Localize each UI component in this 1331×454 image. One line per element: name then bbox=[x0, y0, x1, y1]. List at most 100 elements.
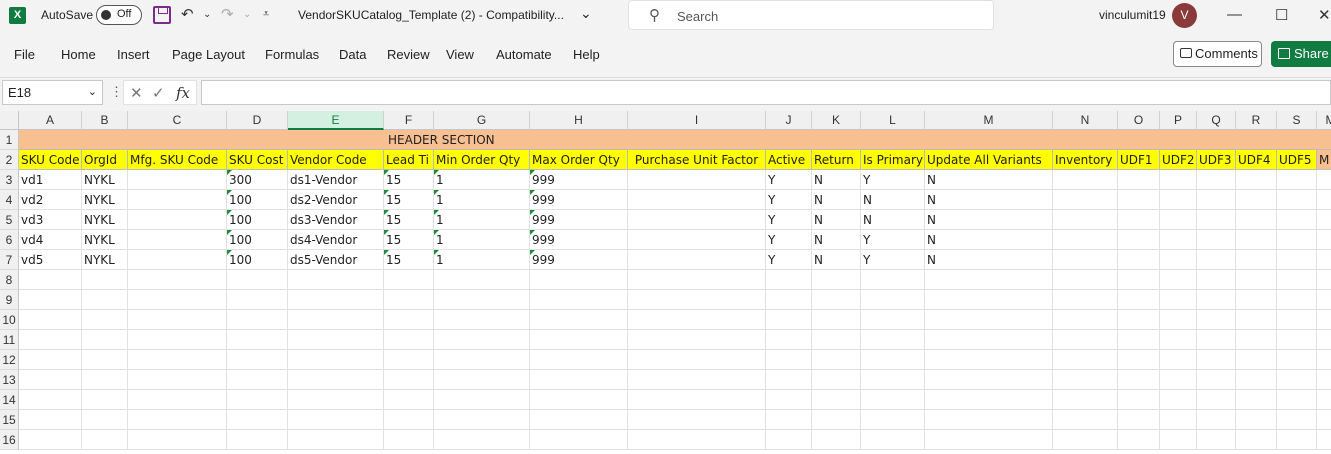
header-cell[interactable]: Lead Ti bbox=[384, 150, 434, 170]
column-header[interactable]: E bbox=[288, 111, 384, 130]
empty-cell[interactable] bbox=[1197, 270, 1236, 290]
empty-cell[interactable] bbox=[1160, 390, 1197, 410]
empty-cell[interactable] bbox=[1053, 290, 1118, 310]
share-button[interactable]: Share bbox=[1271, 41, 1331, 67]
empty-cell[interactable] bbox=[1118, 410, 1160, 430]
spreadsheet-grid[interactable]: A B C D E F G H I J K L M N O P Q R S M 1 2 3 4 5 6 7 8 9 10 11 12 13 14 1… bbox=[0, 111, 1331, 454]
tab-view[interactable]: View bbox=[446, 47, 474, 62]
empty-cell[interactable] bbox=[128, 290, 227, 310]
empty-cell[interactable] bbox=[128, 410, 227, 430]
empty-cell[interactable] bbox=[766, 330, 812, 350]
empty-cell[interactable] bbox=[434, 350, 530, 370]
undo-dropdown-icon[interactable]: ⌄ bbox=[203, 9, 211, 29]
data-cell[interactable] bbox=[628, 190, 766, 210]
header-cell[interactable]: UDF3 bbox=[1197, 150, 1236, 170]
tab-home[interactable]: Home bbox=[61, 47, 96, 62]
chevron-down-icon[interactable]: ⌄ bbox=[580, 5, 592, 22]
empty-cell[interactable] bbox=[1118, 350, 1160, 370]
empty-cell[interactable] bbox=[288, 290, 384, 310]
empty-cell[interactable] bbox=[1160, 430, 1197, 450]
empty-cell[interactable] bbox=[1053, 390, 1118, 410]
empty-cell[interactable] bbox=[1197, 370, 1236, 390]
empty-cell[interactable] bbox=[1197, 350, 1236, 370]
header-cell[interactable]: Is Primary bbox=[861, 150, 925, 170]
empty-cell[interactable] bbox=[1118, 270, 1160, 290]
header-cell[interactable]: Max Order Qty bbox=[530, 150, 628, 170]
empty-cell[interactable] bbox=[19, 390, 82, 410]
empty-cell[interactable] bbox=[1317, 350, 1331, 370]
data-cell[interactable] bbox=[1197, 250, 1236, 270]
empty-cell[interactable] bbox=[861, 370, 925, 390]
empty-cell[interactable] bbox=[19, 330, 82, 350]
empty-cell[interactable] bbox=[925, 290, 1053, 310]
empty-cell[interactable] bbox=[628, 310, 766, 330]
data-cell[interactable] bbox=[128, 210, 227, 230]
empty-cell[interactable] bbox=[19, 430, 82, 450]
empty-cell[interactable] bbox=[288, 330, 384, 350]
empty-cell[interactable] bbox=[812, 310, 861, 330]
data-cell[interactable] bbox=[628, 230, 766, 250]
user-name[interactable]: vinculumit19 bbox=[1099, 8, 1166, 22]
empty-cell[interactable] bbox=[1053, 350, 1118, 370]
row-header[interactable]: 8 bbox=[0, 270, 19, 290]
empty-cell[interactable] bbox=[1118, 310, 1160, 330]
empty-cell[interactable] bbox=[82, 390, 128, 410]
data-cell[interactable] bbox=[1053, 250, 1118, 270]
header-cell[interactable]: Update All Variants bbox=[925, 150, 1053, 170]
data-cell[interactable]: Y bbox=[766, 230, 812, 250]
data-cell[interactable] bbox=[1236, 210, 1277, 230]
data-cell[interactable] bbox=[1053, 230, 1118, 250]
data-cell[interactable] bbox=[1197, 230, 1236, 250]
data-cell[interactable] bbox=[628, 250, 766, 270]
empty-cell[interactable] bbox=[1118, 330, 1160, 350]
empty-cell[interactable] bbox=[1236, 290, 1277, 310]
data-cell[interactable] bbox=[1197, 170, 1236, 190]
header-cell[interactable]: SKU Cost bbox=[227, 150, 288, 170]
data-cell[interactable] bbox=[1118, 170, 1160, 190]
data-cell[interactable] bbox=[1317, 210, 1331, 230]
data-cell[interactable]: 999 bbox=[530, 190, 628, 210]
empty-cell[interactable] bbox=[128, 430, 227, 450]
empty-cell[interactable] bbox=[1118, 430, 1160, 450]
empty-cell[interactable] bbox=[925, 330, 1053, 350]
empty-cell[interactable] bbox=[288, 430, 384, 450]
empty-cell[interactable] bbox=[766, 410, 812, 430]
header-cell[interactable]: Min Order Qty bbox=[434, 150, 530, 170]
empty-cell[interactable] bbox=[384, 390, 434, 410]
empty-cell[interactable] bbox=[19, 350, 82, 370]
data-cell[interactable]: ds5-Vendor bbox=[288, 250, 384, 270]
empty-cell[interactable] bbox=[1277, 410, 1317, 430]
data-cell[interactable]: ds2-Vendor bbox=[288, 190, 384, 210]
data-cell[interactable]: 1 bbox=[434, 250, 530, 270]
tab-file[interactable]: File bbox=[14, 47, 35, 62]
row-header[interactable]: 1 bbox=[0, 130, 19, 150]
empty-cell[interactable] bbox=[227, 350, 288, 370]
row-header[interactable]: 3 bbox=[0, 170, 19, 190]
empty-cell[interactable] bbox=[434, 410, 530, 430]
empty-cell[interactable] bbox=[19, 290, 82, 310]
empty-cell[interactable] bbox=[530, 430, 628, 450]
data-cell[interactable]: Y bbox=[766, 250, 812, 270]
data-cell[interactable]: N bbox=[812, 230, 861, 250]
data-cell[interactable] bbox=[1118, 250, 1160, 270]
data-cell[interactable]: NYKL bbox=[82, 170, 128, 190]
empty-cell[interactable] bbox=[861, 270, 925, 290]
empty-cell[interactable] bbox=[1277, 350, 1317, 370]
empty-cell[interactable] bbox=[861, 430, 925, 450]
empty-cell[interactable] bbox=[128, 350, 227, 370]
data-cell[interactable] bbox=[1053, 170, 1118, 190]
data-cell[interactable] bbox=[1277, 210, 1317, 230]
empty-cell[interactable] bbox=[1236, 430, 1277, 450]
header-cell[interactable]: UDF5 bbox=[1277, 150, 1317, 170]
empty-cell[interactable] bbox=[1053, 270, 1118, 290]
header-cell[interactable]: SKU Code bbox=[19, 150, 82, 170]
empty-cell[interactable] bbox=[1197, 310, 1236, 330]
empty-cell[interactable] bbox=[227, 390, 288, 410]
data-cell[interactable] bbox=[1160, 190, 1197, 210]
data-cell[interactable]: ds4-Vendor bbox=[288, 230, 384, 250]
empty-cell[interactable] bbox=[128, 370, 227, 390]
avatar[interactable]: V bbox=[1172, 3, 1197, 28]
empty-cell[interactable] bbox=[288, 350, 384, 370]
row-header[interactable]: 10 bbox=[0, 310, 19, 330]
empty-cell[interactable] bbox=[1118, 290, 1160, 310]
